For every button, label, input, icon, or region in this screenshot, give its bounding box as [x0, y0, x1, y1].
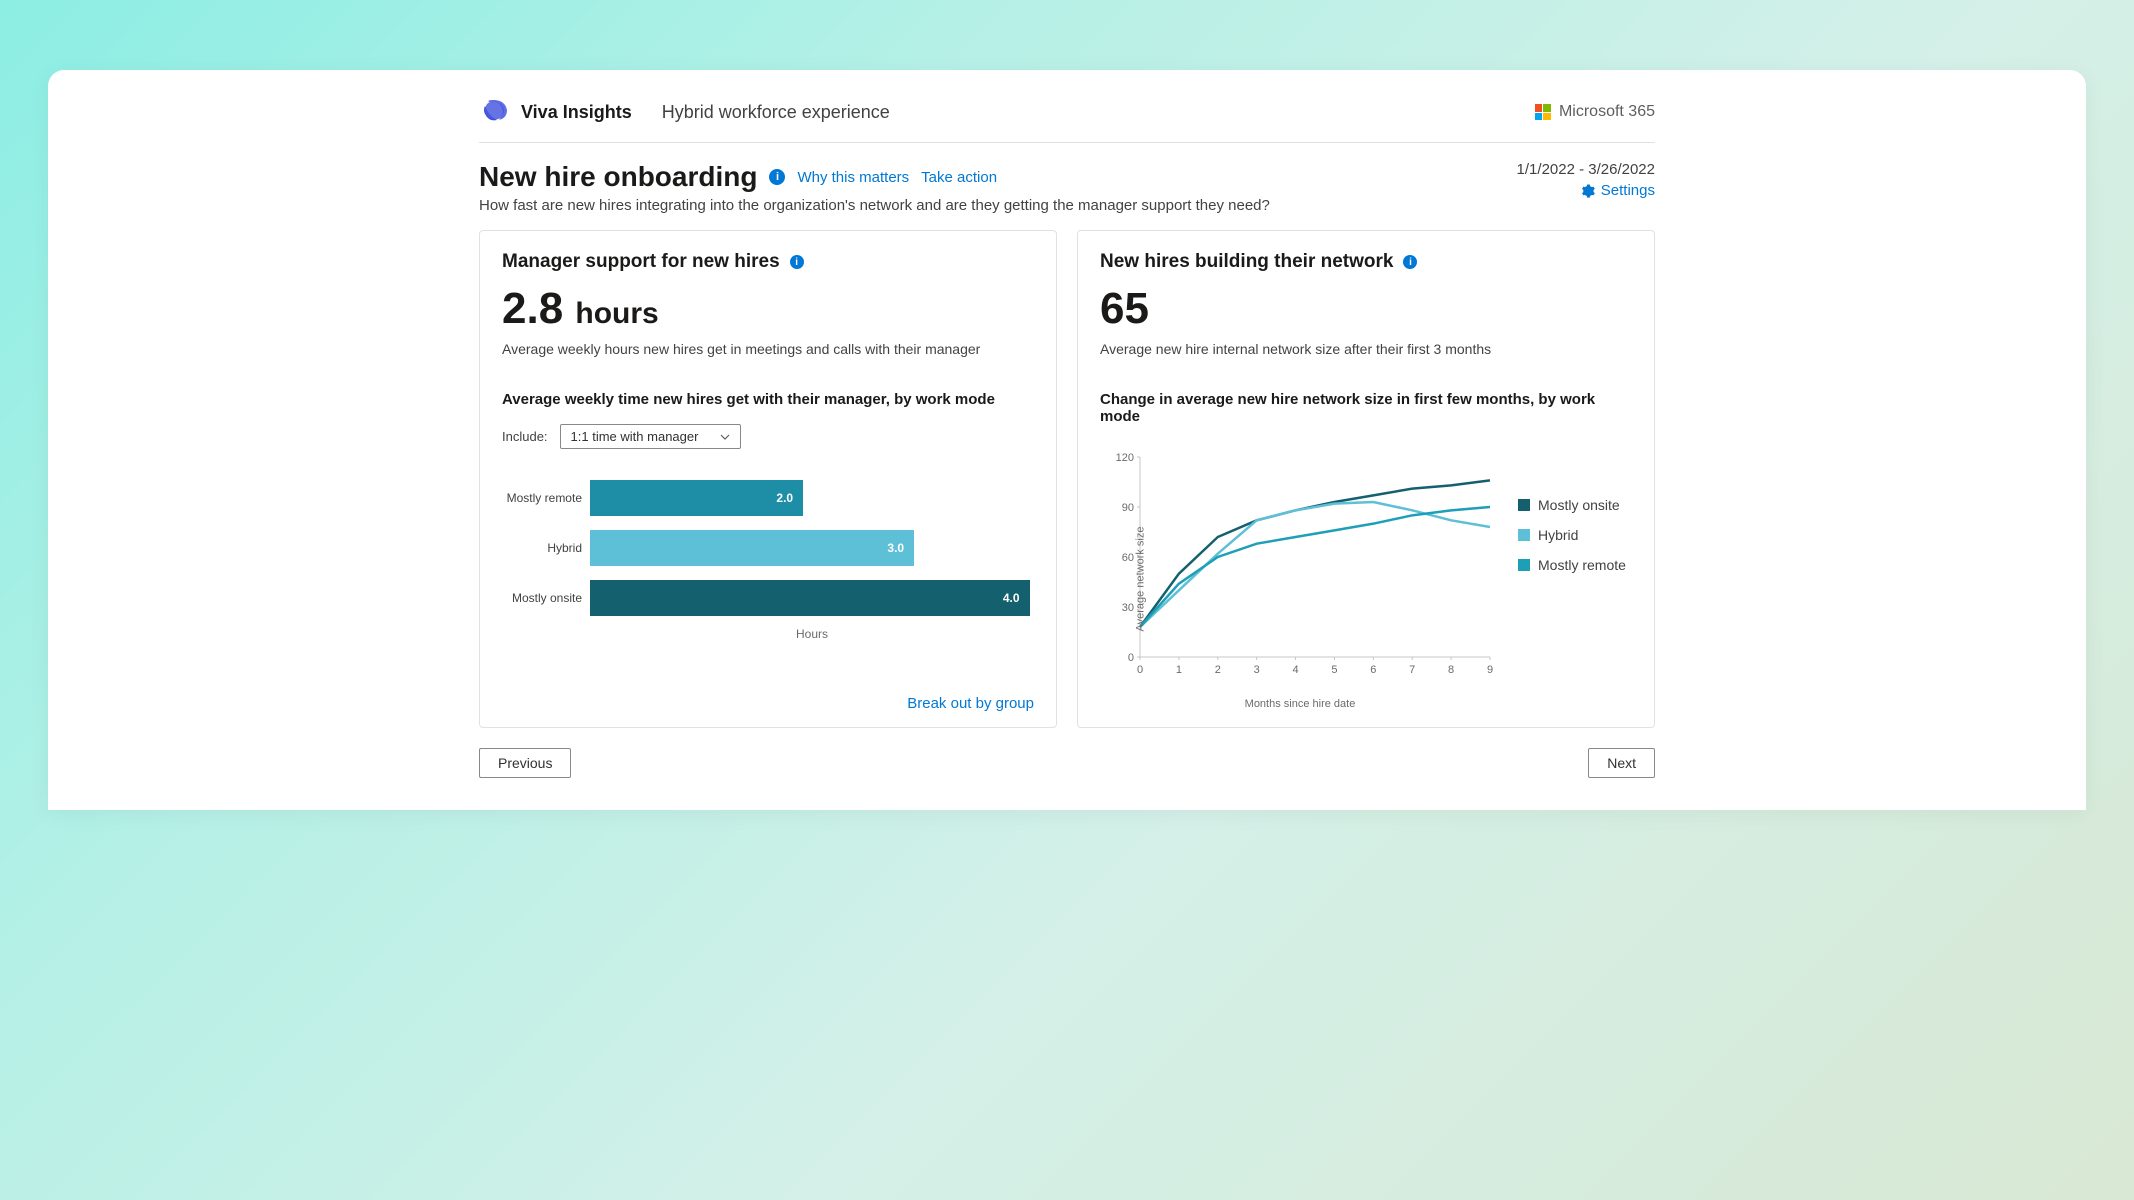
- app-header: Viva Insights Hybrid workforce experienc…: [479, 86, 1655, 143]
- previous-button[interactable]: Previous: [479, 748, 571, 778]
- filter-row: Include: 1:1 time with manager: [502, 424, 1034, 449]
- bar-hybrid: 3.0: [590, 530, 914, 566]
- app-subtitle: Hybrid workforce experience: [662, 102, 890, 123]
- page-header: New hire onboarding i Why this matters T…: [479, 143, 1655, 222]
- stat-description: Average weekly hours new hires get in me…: [502, 341, 1034, 357]
- stat-description: Average new hire internal network size a…: [1100, 341, 1632, 357]
- bar-onsite: 4.0: [590, 580, 1030, 616]
- include-dropdown[interactable]: 1:1 time with manager: [560, 424, 742, 449]
- microsoft-365-label: Microsoft 365: [1559, 103, 1655, 121]
- dropdown-value: 1:1 time with manager: [571, 429, 699, 444]
- info-icon[interactable]: i: [769, 169, 785, 185]
- legend: Mostly onsite Hybrid Mostly remote: [1518, 497, 1626, 710]
- svg-text:0: 0: [1128, 652, 1134, 664]
- svg-text:4: 4: [1292, 664, 1298, 676]
- info-icon[interactable]: i: [790, 255, 804, 269]
- filter-label: Include:: [502, 429, 548, 444]
- legend-item-hybrid: Hybrid: [1518, 527, 1626, 543]
- svg-text:1: 1: [1176, 664, 1182, 676]
- svg-text:9: 9: [1487, 664, 1493, 676]
- svg-text:60: 60: [1122, 552, 1134, 564]
- nav-row: Previous Next: [479, 748, 1655, 778]
- date-range: 1/1/2022 - 3/26/2022: [1517, 161, 1655, 178]
- svg-text:8: 8: [1448, 664, 1454, 676]
- svg-text:3: 3: [1254, 664, 1260, 676]
- svg-text:2: 2: [1215, 664, 1221, 676]
- gear-icon: [1581, 184, 1595, 198]
- settings-label: Settings: [1601, 182, 1655, 199]
- line-chart-area: Average network size 0 30 60 90 120 0 1 2 3 4 5 6 7 8…: [1100, 447, 1632, 710]
- page-title: New hire onboarding: [479, 161, 757, 193]
- svg-text:120: 120: [1116, 452, 1134, 464]
- svg-text:6: 6: [1370, 664, 1376, 676]
- chevron-down-icon: [720, 432, 730, 442]
- page-description: How fast are new hires integrating into …: [479, 197, 1517, 214]
- app-name: Viva Insights: [521, 102, 632, 123]
- line-chart-svg: 0 30 60 90 120 0 1 2 3 4 5 6 7 8 9: [1100, 447, 1500, 687]
- break-out-by-group-link[interactable]: Break out by group: [907, 695, 1034, 712]
- line-chart: Average network size 0 30 60 90 120 0 1 2 3 4 5 6 7 8…: [1100, 447, 1500, 710]
- bar-row-onsite: Mostly onsite 4.0: [502, 573, 1034, 623]
- y-axis-label: Average network size: [1134, 526, 1146, 631]
- microsoft-logo-icon: [1535, 104, 1551, 120]
- why-this-matters-link[interactable]: Why this matters: [797, 169, 909, 186]
- stat-value: 2.8 hours: [502, 287, 1034, 331]
- stat-value: 65: [1100, 287, 1632, 331]
- take-action-link[interactable]: Take action: [921, 169, 997, 186]
- svg-text:7: 7: [1409, 664, 1415, 676]
- app-outer-card: Viva Insights Hybrid workforce experienc…: [48, 70, 2086, 810]
- legend-item-remote: Mostly remote: [1518, 557, 1626, 573]
- chart-title: Average weekly time new hires get with t…: [502, 391, 1034, 408]
- card-title: Manager support for new hires: [502, 251, 780, 273]
- content-wrapper: Viva Insights Hybrid workforce experienc…: [479, 70, 1655, 778]
- bar-chart: Mostly remote 2.0 Hybrid 3.0 Mostly onsi…: [502, 473, 1034, 641]
- info-icon[interactable]: i: [1403, 255, 1417, 269]
- x-axis-label: Hours: [590, 627, 1034, 641]
- bar-row-remote: Mostly remote 2.0: [502, 473, 1034, 523]
- x-axis-label: Months since hire date: [1100, 698, 1500, 710]
- viva-insights-logo-icon: [479, 96, 511, 128]
- bar-remote: 2.0: [590, 480, 803, 516]
- chart-title: Change in average new hire network size …: [1100, 391, 1632, 425]
- svg-text:90: 90: [1122, 502, 1134, 514]
- svg-text:5: 5: [1331, 664, 1337, 676]
- svg-text:30: 30: [1122, 602, 1134, 614]
- manager-support-card: Manager support for new hires i 2.8 hour…: [479, 230, 1057, 728]
- bar-row-hybrid: Hybrid 3.0: [502, 523, 1034, 573]
- network-building-card: New hires building their network i 65 Av…: [1077, 230, 1655, 728]
- legend-item-onsite: Mostly onsite: [1518, 497, 1626, 513]
- cards-row: Manager support for new hires i 2.8 hour…: [479, 230, 1655, 728]
- next-button[interactable]: Next: [1588, 748, 1655, 778]
- svg-text:0: 0: [1137, 664, 1143, 676]
- settings-button[interactable]: Settings: [1517, 182, 1655, 199]
- card-title: New hires building their network: [1100, 251, 1393, 273]
- microsoft-365-badge: Microsoft 365: [1535, 103, 1655, 121]
